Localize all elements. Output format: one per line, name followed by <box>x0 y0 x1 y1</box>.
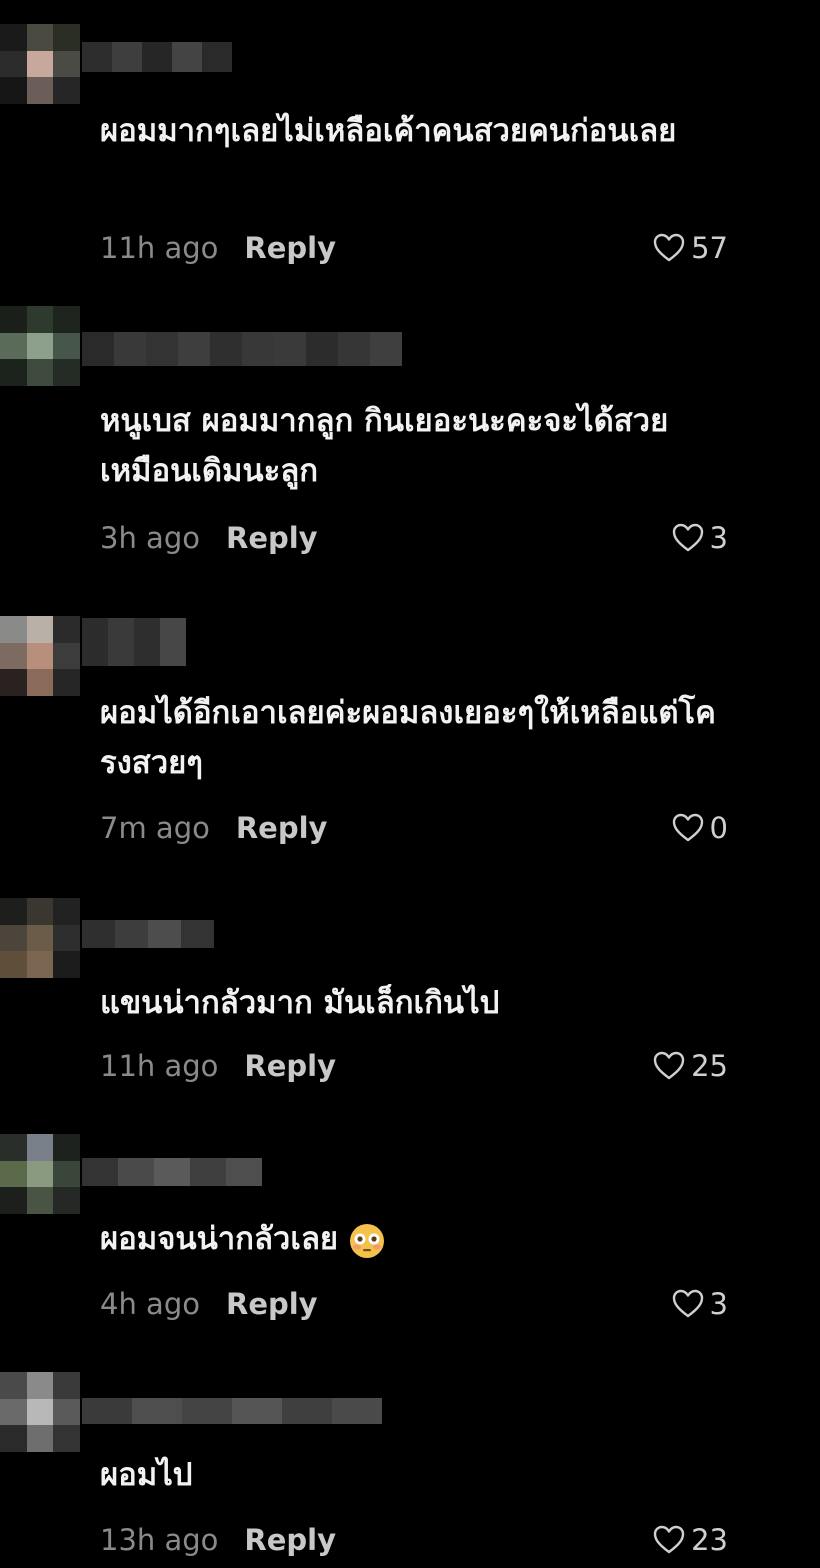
reply-button[interactable]: Reply <box>226 521 318 555</box>
like-count: 0 <box>709 811 728 845</box>
avatar[interactable] <box>0 1372 80 1452</box>
like-count: 3 <box>709 521 728 555</box>
comment-meta: 11h ago Reply <box>100 228 336 268</box>
reply-button[interactable]: Reply <box>226 1287 318 1321</box>
username-blurred[interactable] <box>82 618 186 666</box>
reply-button[interactable]: Reply <box>236 811 328 845</box>
like-button[interactable]: 3 <box>672 1284 728 1324</box>
like-button[interactable]: 23 <box>653 1520 728 1560</box>
username-blurred[interactable] <box>82 1158 262 1186</box>
heart-outline-icon[interactable] <box>672 813 704 843</box>
username-blurred[interactable] <box>82 920 214 948</box>
comment-text: ผอมได้อีกเอาเลยค่ะผอมลงเยอะๆให้เหลือแต่โ… <box>100 695 716 781</box>
username-blurred[interactable] <box>82 42 232 72</box>
comment-timestamp: 7m ago <box>100 811 210 845</box>
avatar[interactable] <box>0 898 80 978</box>
comment-timestamp: 13h ago <box>100 1523 219 1557</box>
like-count: 3 <box>709 1287 728 1321</box>
comment-meta: 3h ago Reply <box>100 518 318 558</box>
avatar[interactable] <box>0 24 80 104</box>
heart-outline-icon[interactable] <box>653 1525 685 1555</box>
reply-button[interactable]: Reply <box>244 1049 336 1083</box>
comment-text-content: ผอมจนน่ากลัวเลย <box>100 1221 339 1257</box>
heart-outline-icon[interactable] <box>653 233 685 263</box>
comment-text: ผอมมากๆเลยไม่เหลือเค้าคนสวยคนก่อนเลย <box>100 113 677 149</box>
comment-timestamp: 3h ago <box>100 521 200 555</box>
comment-text: แขนน่ากลัวมาก มันเล็กเกินไป <box>100 985 500 1021</box>
comment-meta: 11h ago Reply <box>100 1046 336 1086</box>
comment-meta: 4h ago Reply <box>100 1284 318 1324</box>
avatar[interactable] <box>0 616 80 696</box>
comment-meta: 7m ago Reply <box>100 808 327 848</box>
like-button[interactable]: 57 <box>653 228 728 268</box>
like-count: 23 <box>691 1523 728 1557</box>
like-count: 57 <box>691 231 728 265</box>
avatar[interactable] <box>0 306 80 386</box>
like-button[interactable]: 25 <box>653 1046 728 1086</box>
flushed-face-emoji <box>349 1223 384 1258</box>
reply-button[interactable]: Reply <box>244 231 336 265</box>
username-blurred[interactable] <box>82 1398 382 1424</box>
comment-text: ผอมจนน่ากลัวเลย <box>100 1214 740 1264</box>
comment-timestamp: 4h ago <box>100 1287 200 1321</box>
comment-text: ผอมไป <box>100 1457 193 1493</box>
username-blurred[interactable] <box>82 332 402 366</box>
like-count: 25 <box>691 1049 728 1083</box>
comment-text: หนูเบส ผอมมากลูก กินเยอะนะคะจะได้สวยเหมื… <box>100 403 669 489</box>
avatar[interactable] <box>0 1134 80 1214</box>
reply-button[interactable]: Reply <box>244 1523 336 1557</box>
heart-outline-icon[interactable] <box>672 1289 704 1319</box>
comment-timestamp: 11h ago <box>100 231 219 265</box>
heart-outline-icon[interactable] <box>653 1051 685 1081</box>
comment-timestamp: 11h ago <box>100 1049 219 1083</box>
comment-meta: 13h ago Reply <box>100 1520 336 1560</box>
like-button[interactable]: 3 <box>672 518 728 558</box>
like-button[interactable]: 0 <box>672 808 728 848</box>
heart-outline-icon[interactable] <box>672 523 704 553</box>
